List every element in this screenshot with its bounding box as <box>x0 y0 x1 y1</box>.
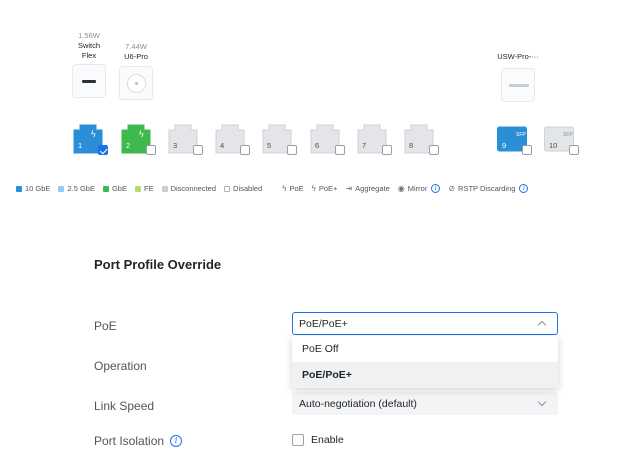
device-power: 7.44W <box>125 42 147 51</box>
legend-10gbe: 10 GbE <box>25 184 51 193</box>
legend-2.5gbe: 2.5 GbE <box>67 184 95 193</box>
port-number: 3 <box>173 141 178 150</box>
legend-fe: FE <box>143 184 154 193</box>
switch-device-icon <box>501 67 535 102</box>
port-number: 2 <box>126 141 131 150</box>
section-title: Port Profile Override <box>94 257 222 272</box>
port-select-checkbox[interactable] <box>429 145 439 155</box>
port-select-checkbox[interactable] <box>522 145 532 155</box>
port-number: 1 <box>78 141 83 150</box>
port-select-checkbox[interactable] <box>240 145 250 155</box>
chevron-up-icon <box>537 320 547 330</box>
port-select-checkbox[interactable] <box>287 145 297 155</box>
device-name-line2: Flex <box>81 50 97 60</box>
port-3[interactable]: 3 <box>168 124 203 155</box>
poe-bolt-icon: ϟ <box>282 184 287 193</box>
link-speed-select-value: Auto-negotiation (default) <box>299 397 417 410</box>
port-number: 6 <box>315 141 320 150</box>
port-8[interactable]: 8 <box>404 124 439 155</box>
device-name: Switch <box>77 41 101 50</box>
legend-rstp: RSTP Discarding <box>458 184 516 193</box>
access-point-icon <box>119 65 153 100</box>
sfp-label: SFP <box>563 132 573 138</box>
legend-disabled-swatch <box>224 185 231 192</box>
mirror-info-icon[interactable]: i <box>431 184 441 193</box>
legend-disconnected-swatch <box>161 185 168 192</box>
poe-option-poe-plus[interactable]: PoE/PoE+ <box>292 362 558 388</box>
link-speed-select[interactable]: Auto-negotiation (default) <box>292 392 558 415</box>
legend-poe: PoE <box>289 184 304 193</box>
port-number: 10 <box>549 141 558 150</box>
port-1[interactable]: 1ϟ <box>73 124 108 155</box>
port-isolation-toggle[interactable]: Enable <box>292 434 344 446</box>
device-usw-pro[interactable]: USW-Pro-··· <box>492 52 544 102</box>
legend-fe-swatch <box>134 185 141 192</box>
poe-bolt-icon: ϟ <box>91 129 96 139</box>
device-name: U6-Pro <box>124 52 148 61</box>
legend-mirror: Mirror <box>407 184 428 193</box>
operation-label: Operation <box>94 359 147 373</box>
poe-label: PoE <box>94 319 117 333</box>
port-5[interactable]: 5 <box>262 124 297 155</box>
port-legend: 10 GbE 2.5 GbE GbE FE Disconnected Disab… <box>16 184 536 193</box>
port-select-checkbox[interactable] <box>193 145 203 155</box>
port-number: 9 <box>502 141 507 150</box>
port-manager-area: 1.56W Switch Flex 7.44W U6-Pro USW-Pro-·… <box>0 0 640 210</box>
sfp-label: SFP <box>516 132 526 138</box>
port-6[interactable]: 6 <box>310 124 345 155</box>
port-10[interactable]: 10 SFP <box>544 124 579 155</box>
port-isolation-info-icon[interactable]: i <box>170 435 183 447</box>
device-name: USW-Pro-··· <box>497 52 539 61</box>
legend-gbe-swatch <box>102 185 109 192</box>
port-select-checkbox[interactable] <box>98 145 108 155</box>
poe-select-value: PoE/PoE+ <box>299 317 348 330</box>
legend-disabled: Disabled <box>233 184 263 193</box>
port-isolation-text: Port Isolation <box>94 434 165 448</box>
port-2[interactable]: 2ϟ <box>121 124 156 155</box>
port-select-checkbox[interactable] <box>382 145 392 155</box>
legend-gbe: GbE <box>111 184 127 193</box>
port-select-checkbox[interactable] <box>146 145 156 155</box>
poe-dropdown-menu: PoE Off PoE/PoE+ <box>292 336 558 388</box>
legend-2.5gbe-swatch <box>58 185 65 192</box>
port-number: 5 <box>267 141 272 150</box>
port-4[interactable]: 4 <box>215 124 250 155</box>
rstp-icon: ⊘ <box>448 184 456 193</box>
switch-device-icon <box>72 64 106 98</box>
port-number: 8 <box>409 141 414 150</box>
port-number: 4 <box>220 141 225 150</box>
port-7[interactable]: 7 <box>357 124 392 155</box>
chevron-down-icon <box>537 397 547 407</box>
device-switch-flex[interactable]: 1.56W Switch Flex <box>72 30 106 98</box>
poe-plus-bolt-icon: ϟ <box>311 184 316 193</box>
rstp-info-icon[interactable]: i <box>519 184 529 193</box>
poe-select[interactable]: PoE/PoE+ <box>292 312 558 335</box>
mirror-eye-icon: ◉ <box>397 184 405 193</box>
port-number: 7 <box>362 141 367 150</box>
link-speed-label: Link Speed <box>94 399 155 413</box>
poe-option-off[interactable]: PoE Off <box>292 336 558 362</box>
aggregate-icon: ⇥ <box>345 184 353 193</box>
legend-aggregate: Aggregate <box>355 184 390 193</box>
port-isolation-checkbox-label: Enable <box>311 434 344 446</box>
poe-bolt-icon: ϟ <box>139 129 144 139</box>
port-9[interactable]: 9 SFP <box>497 124 532 155</box>
legend-disconnected: Disconnected <box>170 184 217 193</box>
legend-poe-plus: PoE+ <box>318 184 338 193</box>
port-isolation-checkbox[interactable] <box>292 434 304 446</box>
legend-10gbe-swatch <box>16 185 22 192</box>
port-isolation-label: Port Isolation i <box>94 434 183 448</box>
device-power: 1.56W <box>78 31 100 40</box>
device-u6-pro[interactable]: 7.44W U6-Pro <box>119 41 153 100</box>
port-select-checkbox[interactable] <box>569 145 579 155</box>
port-select-checkbox[interactable] <box>335 145 345 155</box>
port-profile-panel: Port Profile Override PoE PoE/PoE+ PoE O… <box>0 218 640 467</box>
